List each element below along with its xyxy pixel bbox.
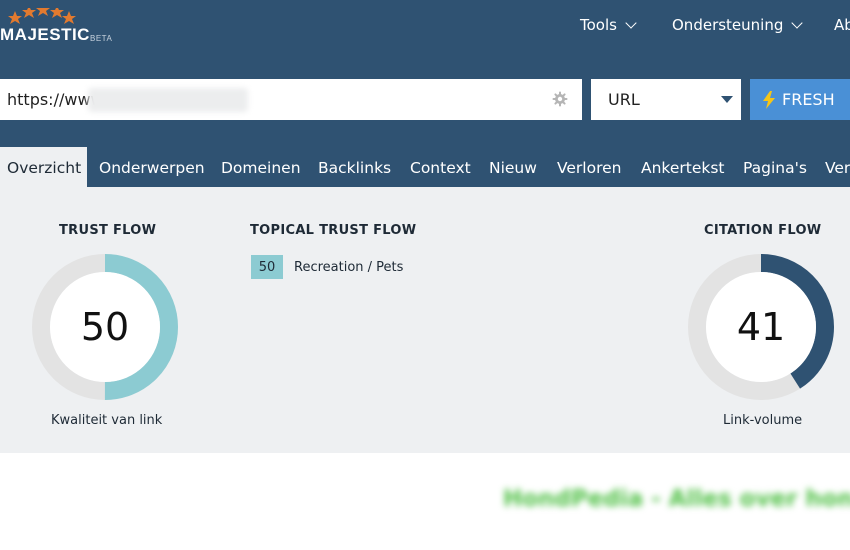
stars-icon bbox=[8, 8, 76, 24]
tab-overzicht[interactable]: Overzicht bbox=[0, 147, 87, 187]
nav-about-label: Ab bbox=[834, 16, 850, 34]
nav-ondersteuning-label: Ondersteuning bbox=[672, 16, 784, 34]
url-redacted bbox=[88, 88, 248, 112]
logo-text: MAJESTIC bbox=[0, 25, 90, 44]
header-bar: MAJESTIC BETA Tools Ondersteuning Ab htt… bbox=[0, 0, 850, 187]
nav-about[interactable]: Ab bbox=[834, 16, 850, 34]
tab-ankertekst[interactable]: Ankertekst bbox=[641, 147, 725, 187]
nav-tools[interactable]: Tools bbox=[580, 16, 637, 34]
citation-flow-caption: Link-volume bbox=[723, 413, 803, 428]
page-heading: HondPedia - Alles over hon bbox=[503, 486, 850, 512]
gear-icon[interactable] bbox=[552, 91, 568, 107]
lightning-icon bbox=[763, 90, 775, 109]
nav-ondersteuning[interactable]: Ondersteuning bbox=[672, 16, 804, 34]
tab-bar: Overzicht Onderwerpen Domeinen Backlinks… bbox=[0, 147, 850, 187]
url-input[interactable]: https://www bbox=[0, 79, 582, 120]
tab-context[interactable]: Context bbox=[410, 147, 471, 187]
tab-backlinks[interactable]: Backlinks bbox=[318, 147, 391, 187]
citation-flow-title: CITATION FLOW bbox=[704, 223, 822, 238]
caret-down-icon bbox=[721, 96, 733, 103]
trust-flow-value: 50 bbox=[80, 305, 130, 349]
trust-flow-title: TRUST FLOW bbox=[59, 223, 157, 238]
citation-flow-gauge: 41 bbox=[686, 252, 836, 402]
trust-flow-caption: Kwaliteit van link bbox=[51, 413, 163, 428]
ttf-score-badge: 50 bbox=[251, 255, 283, 279]
tab-ver[interactable]: Ver bbox=[825, 147, 850, 187]
nav-tools-label: Tools bbox=[580, 16, 617, 34]
tab-nieuw[interactable]: Nieuw bbox=[489, 147, 537, 187]
beta-badge: BETA bbox=[90, 34, 113, 43]
citation-flow-value: 41 bbox=[736, 305, 786, 349]
fresh-button[interactable]: FRESH bbox=[750, 79, 850, 120]
chevron-down-icon bbox=[625, 17, 637, 29]
chevron-down-icon bbox=[791, 17, 804, 29]
tab-verloren[interactable]: Verloren bbox=[557, 147, 622, 187]
tab-domeinen[interactable]: Domeinen bbox=[221, 147, 301, 187]
topical-trust-flow-title: TOPICAL TRUST FLOW bbox=[250, 223, 417, 238]
tab-paginas[interactable]: Pagina's bbox=[743, 147, 807, 187]
fresh-button-label: FRESH bbox=[782, 90, 835, 109]
tab-onderwerpen[interactable]: Onderwerpen bbox=[99, 147, 205, 187]
ttf-topic[interactable]: Recreation / Pets bbox=[294, 260, 403, 275]
majestic-logo[interactable]: MAJESTIC BETA bbox=[0, 8, 130, 50]
trust-flow-gauge: 50 bbox=[30, 252, 180, 402]
url-type-select[interactable]: URL bbox=[591, 79, 741, 120]
url-type-value: URL bbox=[608, 90, 640, 109]
